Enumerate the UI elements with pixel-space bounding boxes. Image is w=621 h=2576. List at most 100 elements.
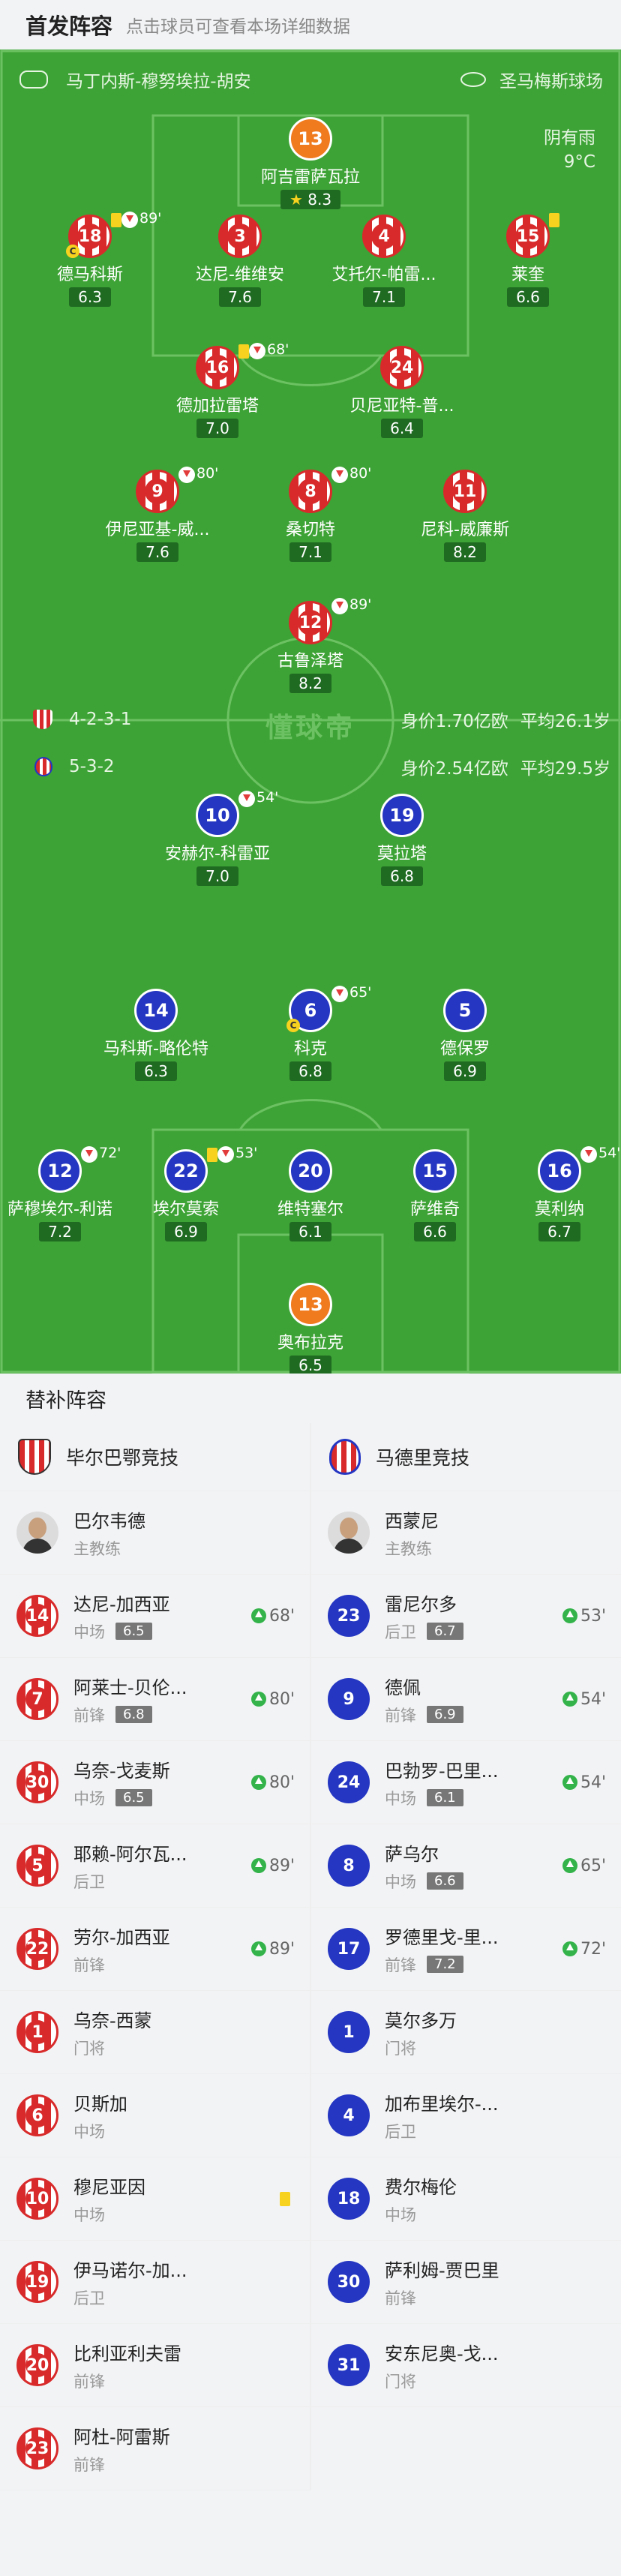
sub-position: 前锋	[74, 2455, 105, 2474]
home-player-0[interactable]: 13 阿吉雷萨瓦拉 ★ 8.3	[236, 117, 386, 209]
home-coach-row[interactable]: 巴尔韦德 主教练	[0, 1491, 310, 1575]
home-team-row[interactable]: 毕尔巴鄂竞技	[0, 1423, 310, 1491]
away-sub-row[interactable]: 17 罗德里戈-里... 前锋 7.2 72'	[311, 1908, 621, 1991]
sub-position: 门将	[385, 2039, 416, 2058]
home-sub-row[interactable]: 19 伊马诺尔-加... 后卫	[0, 2241, 310, 2324]
sub-position: 后卫	[74, 1872, 105, 1891]
player-rating: 7.0	[196, 419, 238, 438]
player-rating: 7.6	[136, 542, 178, 562]
sub-name: 穆尼亚因	[74, 2176, 146, 2198]
rating-value: 6.7	[548, 1223, 572, 1241]
away-team-row[interactable]: 马德里竞技	[311, 1423, 621, 1491]
shirt-number: 10	[26, 2187, 50, 2211]
home-player-3[interactable]: 4 艾托尔-帕雷... 7.1	[309, 215, 459, 307]
sub-name: 阿杜-阿雷斯	[74, 2426, 170, 2448]
home-player-2[interactable]: 3 达尼-维维安 7.6	[165, 215, 315, 307]
sub-rating: 6.9	[427, 1706, 464, 1723]
shirt-number: 30	[26, 1770, 50, 1794]
sub-rating: 6.1	[427, 1789, 464, 1806]
away-avg-age: 平均29.5岁	[520, 759, 610, 779]
player-name: 马科斯-略伦特	[104, 1040, 208, 1058]
rating-value: 6.8	[390, 867, 414, 885]
away-player-2[interactable]: 14 马科斯-略伦特 6.3	[81, 989, 231, 1081]
home-player-1[interactable]: 18 C 89' 德马科斯 6.3	[15, 210, 165, 307]
away-sub-row[interactable]: 1 莫尔多万 门将	[311, 1991, 621, 2074]
rating-value: 8.3	[308, 191, 332, 209]
away-player-10[interactable]: 13 奥布拉克 6.5	[236, 1283, 386, 1374]
player-rating: 6.3	[69, 287, 111, 307]
home-player-4[interactable]: 15 莱奎 6.6	[453, 213, 603, 307]
away-sub-row[interactable]: 30 萨利姆-贾巴里 前锋	[311, 2241, 621, 2324]
home-team-badge-icon	[18, 1439, 51, 1475]
sub-name: 萨乌尔	[385, 1843, 439, 1865]
sub-name: 安东尼奥-戈...	[385, 2343, 499, 2364]
yellow-card-icon	[238, 344, 249, 359]
away-sub-row[interactable]: 18 费尔梅伦 中场	[311, 2157, 621, 2241]
match-info-row: 马丁内斯-穆努埃拉-胡安 圣马梅斯球场	[0, 65, 621, 95]
sub-out-icon	[122, 212, 138, 228]
home-sub-row[interactable]: 7 阿莱士-贝伦... 前锋 6.8 80'	[0, 1658, 310, 1741]
player-rating: 6.8	[290, 1061, 332, 1081]
home-player-8[interactable]: 8 80' 桑切特 7.1	[236, 465, 386, 562]
player-rating: 6.5	[290, 1356, 332, 1374]
home-player-5[interactable]: 16 68' 德加拉雷塔 7.0	[142, 341, 292, 438]
away-sub-row[interactable]: 4 加布里埃尔-... 后卫	[311, 2074, 621, 2157]
player-name: 阿吉雷萨瓦拉	[260, 168, 360, 187]
home-sub-row[interactable]: 6 贝斯加 中场	[0, 2074, 310, 2157]
shirt-number: 23	[26, 2436, 50, 2460]
home-player-9[interactable]: 11 尼科-威廉斯 8.2	[390, 470, 540, 562]
shirt-icon: 5	[443, 989, 487, 1032]
sub-in-minute: 80'	[268, 1689, 295, 1709]
shirt-icon: 9	[328, 1678, 370, 1720]
player-rating: 7.6	[219, 287, 261, 307]
away-player-9[interactable]: 16 54' 莫利纳 6.7	[484, 1145, 621, 1241]
sub-name: 巴勃罗-巴里...	[385, 1760, 499, 1782]
away-sub-row[interactable]: 23 雷尼尔多 后卫 6.7 53'	[311, 1575, 621, 1658]
player-rating: 7.1	[290, 542, 332, 562]
sub-out-icon	[238, 791, 255, 807]
away-subs-column: 马德里竞技 西蒙尼 主教练 23 雷尼尔多 后卫 6.7 53' 9 德佩 前锋 6.9 54' 2…	[311, 1423, 621, 2407]
rating-value: 8.2	[298, 674, 322, 692]
sub-name: 伊马诺尔-加...	[74, 2259, 188, 2281]
shirt-number: 14	[26, 1604, 50, 1628]
home-sub-row[interactable]: 1 乌奈-西蒙 门将	[0, 1991, 310, 2074]
shirt-number: 5	[458, 1000, 472, 1021]
away-sub-row[interactable]: 24 巴勃罗-巴里... 中场 6.1 54'	[311, 1741, 621, 1824]
captain-icon: C	[286, 1019, 300, 1032]
home-player-6[interactable]: 24 贝尼亚特-普... 6.4	[327, 346, 477, 438]
away-player-4[interactable]: 5 德保罗 6.9	[390, 989, 540, 1081]
away-sub-row[interactable]: 31 安东尼奥-戈... 门将	[311, 2324, 621, 2407]
away-sub-row[interactable]: 8 萨乌尔 中场 6.6 65'	[311, 1824, 621, 1908]
player-rating: 6.6	[507, 287, 549, 307]
sub-out-icon	[580, 1146, 597, 1163]
player-rating: 6.1	[290, 1222, 332, 1241]
player-name: 古鲁泽塔	[277, 652, 344, 671]
sub-out-icon	[332, 467, 348, 483]
shirt-number: 18	[337, 2189, 361, 2208]
pitch: 马丁内斯-穆努埃拉-胡安 圣马梅斯球场 阴有雨 9°C 懂球帝 4-2-3-1 …	[0, 50, 621, 1374]
away-player-0[interactable]: 10 54' 安赫尔-科雷亚 7.0	[142, 789, 292, 886]
away-sub-row[interactable]: 9 德佩 前锋 6.9 54'	[311, 1658, 621, 1741]
home-sub-row[interactable]: 22 劳尔-加西亚 前锋 89'	[0, 1908, 310, 1991]
home-player-7[interactable]: 9 80' 伊尼亚基-威... 7.6	[82, 465, 232, 562]
home-sub-row[interactable]: 30 乌奈-戈麦斯 中场 6.5 80'	[0, 1741, 310, 1824]
player-name: 奥布拉克	[277, 1334, 344, 1353]
shirt-number: 18	[77, 224, 103, 249]
home-player-10[interactable]: 12 89' 古鲁泽塔 8.2	[236, 596, 386, 693]
sub-position: 门将	[385, 2372, 416, 2391]
home-sub-row[interactable]: 5 耶赖-阿尔瓦... 后卫 89'	[0, 1824, 310, 1908]
player-rating: 6.4	[381, 419, 423, 438]
sub-in-icon	[250, 1941, 266, 1956]
home-sub-row[interactable]: 20 比利亚利夫雷 前锋	[0, 2324, 310, 2407]
player-rating: 7.2	[39, 1222, 81, 1241]
shirt-number: 12	[298, 610, 323, 635]
shirt-number: 9	[343, 1689, 355, 1709]
away-player-1[interactable]: 19 莫拉塔 6.8	[327, 794, 477, 886]
away-coach-row[interactable]: 西蒙尼 主教练	[311, 1491, 621, 1575]
home-sub-row[interactable]: 14 达尼-加西亚 中场 6.5 68'	[0, 1575, 310, 1658]
stadium-icon	[460, 72, 486, 87]
sub-position: 中场	[74, 2122, 105, 2141]
away-player-3[interactable]: 6 C 65' 科克 6.8	[236, 984, 386, 1081]
home-sub-row[interactable]: 10 穆尼亚因 中场	[0, 2157, 310, 2241]
home-sub-row[interactable]: 23 阿杜-阿雷斯 前锋	[0, 2407, 310, 2490]
